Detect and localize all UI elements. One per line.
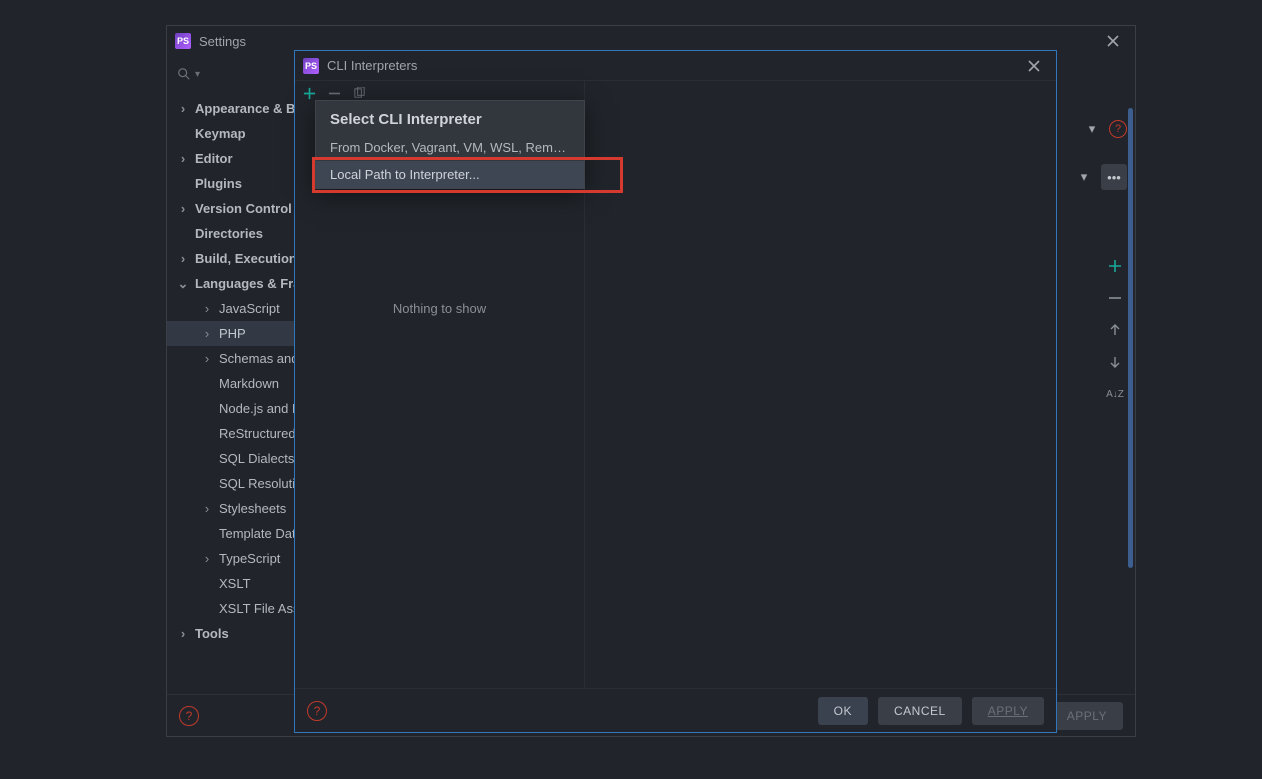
tree-item-label: Version Control — [195, 201, 292, 216]
tree-item-label: TypeScript — [219, 551, 280, 566]
cli-footer: ? OK CANCEL APPLY — [295, 688, 1056, 732]
dropdown-caret-icon[interactable]: ▾ — [1081, 121, 1103, 137]
tree-item-label: Plugins — [195, 176, 242, 191]
add-icon[interactable] — [1105, 256, 1125, 276]
browse-button[interactable]: ••• — [1101, 164, 1127, 190]
tree-item-label: Directories — [195, 226, 263, 241]
tree-item-label: Keymap — [195, 126, 246, 141]
tree-item-label: Tools — [195, 626, 229, 641]
tree-item-label: PHP — [219, 326, 246, 341]
chevron-right-icon: › — [177, 101, 189, 116]
select-cli-interpreter-popup: Select CLI Interpreter From Docker, Vagr… — [315, 100, 585, 189]
dropdown-caret-icon[interactable]: ▾ — [1073, 169, 1095, 185]
help-icon[interactable]: ? — [1109, 120, 1127, 138]
ellipsis-icon: ••• — [1107, 170, 1121, 185]
cancel-button[interactable]: CANCEL — [878, 697, 962, 725]
sort-az-icon[interactable]: A↓Z — [1105, 384, 1125, 404]
chevron-right-icon: › — [177, 201, 189, 216]
cli-detail-panel — [585, 81, 1056, 688]
tree-item-label: Markdown — [219, 376, 279, 391]
chevron-right-icon: › — [177, 151, 189, 166]
apply-button[interactable]: APPLY — [972, 697, 1044, 725]
tree-item-label: XSLT — [219, 576, 251, 591]
cli-title: CLI Interpreters — [327, 58, 1012, 73]
side-toolbar: A↓Z — [1101, 256, 1129, 404]
apply-label: APPLY — [988, 704, 1028, 718]
close-icon[interactable] — [1099, 27, 1127, 55]
popup-option-remote[interactable]: From Docker, Vagrant, VM, WSL, Remote... — [316, 134, 584, 161]
chevron-right-icon: › — [201, 351, 213, 366]
chevron-down-icon: ⌄ — [177, 276, 189, 292]
help-icon[interactable]: ? — [307, 701, 327, 721]
tree-item-label: JavaScript — [219, 301, 280, 316]
cli-titlebar: PS CLI Interpreters — [295, 51, 1056, 81]
arrow-down-icon[interactable] — [1105, 352, 1125, 372]
close-icon[interactable] — [1020, 52, 1048, 80]
chevron-right-icon: › — [201, 326, 213, 341]
chevron-right-icon: › — [201, 551, 213, 566]
chevron-right-icon: › — [177, 626, 189, 641]
remove-icon[interactable] — [1105, 288, 1125, 308]
search-icon — [177, 67, 191, 81]
popup-option-local-path[interactable]: Local Path to Interpreter... — [316, 161, 584, 188]
settings-title: Settings — [199, 34, 1091, 49]
tree-item-label: Stylesheets — [219, 501, 286, 516]
apply-button[interactable]: APPLY — [1051, 702, 1123, 730]
empty-message: Nothing to show — [295, 301, 584, 316]
arrow-up-icon[interactable] — [1105, 320, 1125, 340]
tree-item-label: SQL Dialects — [219, 451, 294, 466]
tree-item-label: Editor — [195, 151, 233, 166]
chevron-right-icon: › — [177, 251, 189, 266]
chevron-right-icon: › — [201, 301, 213, 316]
app-logo-icon: PS — [303, 58, 319, 74]
popup-title: Select CLI Interpreter — [316, 101, 584, 134]
ok-button[interactable]: OK — [818, 697, 868, 725]
help-icon[interactable]: ? — [179, 706, 199, 726]
chevron-right-icon: › — [201, 501, 213, 516]
app-logo-icon: PS — [175, 33, 191, 49]
